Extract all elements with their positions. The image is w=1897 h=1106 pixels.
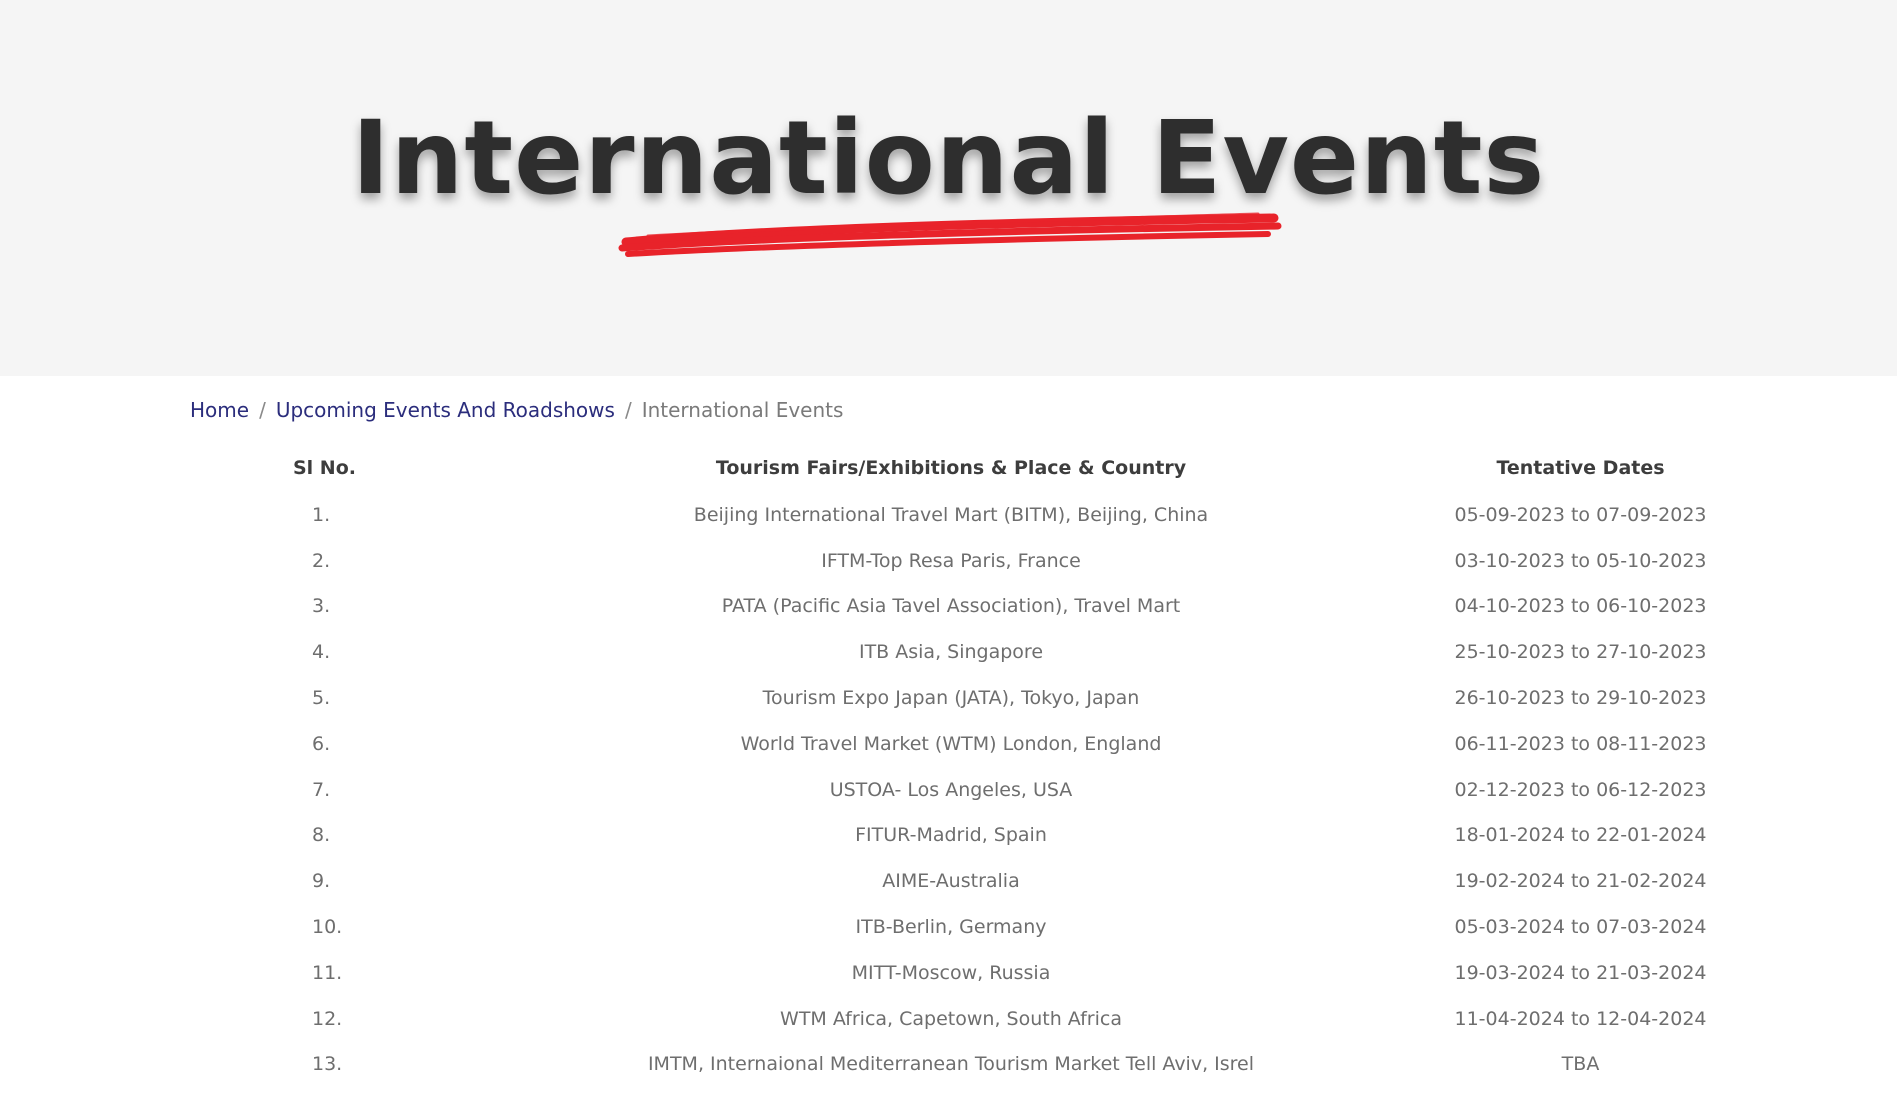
row-sl-no: 7. (312, 778, 331, 801)
table-row: 5. Tourism Expo Japan (JATA), Tokyo, Jap… (190, 675, 1708, 721)
row-dates: 26-10-2023 to 29-10-2023 (1454, 687, 1707, 710)
table-row: 12. WTM Africa, Capetown, South Africa 1… (190, 996, 1708, 1042)
row-sl-no: 13. (312, 1053, 343, 1076)
row-dates: 18-01-2024 to 22-01-2024 (1454, 824, 1707, 847)
row-sl-no: 10. (312, 916, 343, 939)
table-header-row: Sl No. Tourism Fairs/Exhibitions & Place… (190, 444, 1708, 492)
row-event-name: Tourism Expo Japan (JATA), Tokyo, Japan (762, 687, 1140, 710)
row-dates: 04-10-2023 to 06-10-2023 (1454, 595, 1707, 618)
row-sl-no: 8. (312, 824, 331, 847)
row-sl-no: 4. (312, 641, 331, 664)
table-row: 13. IMTM, Internaional Mediterranean Tou… (190, 1042, 1708, 1088)
breadcrumb: Home / Upcoming Events And Roadshows / I… (190, 396, 843, 424)
row-event-name: ITB-Berlin, Germany (855, 916, 1047, 939)
table-row: 9. AIME-Australia 19-02-2024 to 21-02-20… (190, 858, 1708, 904)
table-row: 10. ITB-Berlin, Germany 05-03-2024 to 07… (190, 904, 1708, 950)
page-hero: International Events (0, 0, 1897, 376)
row-dates: 19-03-2024 to 21-03-2024 (1454, 961, 1707, 984)
breadcrumb-separator: / (259, 398, 266, 422)
breadcrumb-home-link[interactable]: Home (190, 396, 249, 424)
row-dates: 06-11-2023 to 08-11-2023 (1454, 732, 1707, 755)
row-sl-no: 12. (312, 1007, 343, 1030)
table-row: 8. FITUR-Madrid, Spain 18-01-2024 to 22-… (190, 813, 1708, 859)
row-event-name: AIME-Australia (882, 870, 1020, 893)
page-title: International Events (351, 99, 1546, 218)
row-sl-no: 6. (312, 732, 331, 755)
row-dates: 05-03-2024 to 07-03-2024 (1454, 916, 1707, 939)
row-event-name: FITUR-Madrid, Spain (855, 824, 1047, 847)
row-dates: 19-02-2024 to 21-02-2024 (1454, 870, 1707, 893)
row-event-name: USTOA- Los Angeles, USA (829, 778, 1073, 801)
row-sl-no: 11. (312, 961, 343, 984)
table-row: 4. ITB Asia, Singapore 25-10-2023 to 27-… (190, 629, 1708, 675)
row-event-name: MITT-Moscow, Russia (851, 961, 1051, 984)
row-dates: 05-09-2023 to 07-09-2023 (1454, 503, 1707, 526)
table-row: 1. Beijing International Travel Mart (BI… (190, 492, 1708, 538)
table-row: 6. World Travel Market (WTM) London, Eng… (190, 721, 1708, 767)
row-dates: 11-04-2024 to 12-04-2024 (1454, 1007, 1707, 1030)
column-header-event: Tourism Fairs/Exhibitions & Place & Coun… (715, 457, 1187, 479)
events-table: Sl No. Tourism Fairs/Exhibitions & Place… (190, 444, 1708, 1087)
table-row: 3. PATA (Pacific Asia Tavel Association)… (190, 584, 1708, 630)
table-row: 2. IFTM-Top Resa Paris, France 03-10-202… (190, 538, 1708, 584)
row-dates: 03-10-2023 to 05-10-2023 (1454, 549, 1707, 572)
row-event-name: Beijing International Travel Mart (BITM)… (693, 503, 1209, 526)
row-sl-no: 5. (312, 687, 331, 710)
row-event-name: PATA (Pacific Asia Tavel Association), T… (721, 595, 1181, 618)
column-header-sl-no: Sl No. (293, 457, 356, 479)
breadcrumb-separator: / (624, 398, 632, 422)
row-sl-no: 3. (312, 595, 331, 618)
table-row: 11. MITT-Moscow, Russia 19-03-2024 to 21… (190, 950, 1708, 996)
row-event-name: ITB Asia, Singapore (858, 641, 1044, 664)
row-dates: TBA (1561, 1053, 1600, 1076)
brush-underline-icon (618, 212, 1282, 257)
row-event-name: IMTM, Internaional Mediterranean Tourism… (647, 1053, 1255, 1076)
table-row: 7. USTOA- Los Angeles, USA 02-12-2023 to… (190, 767, 1708, 813)
row-dates: 02-12-2023 to 06-12-2023 (1454, 778, 1707, 801)
row-sl-no: 1. (312, 503, 331, 526)
row-event-name: World Travel Market (WTM) London, Englan… (740, 732, 1162, 755)
row-event-name: IFTM-Top Resa Paris, France (821, 549, 1081, 572)
breadcrumb-upcoming-events-link[interactable]: Upcoming Events And Roadshows (276, 396, 615, 424)
row-event-name: WTM Africa, Capetown, South Africa (780, 1007, 1122, 1030)
row-sl-no: 9. (312, 870, 331, 893)
row-dates: 25-10-2023 to 27-10-2023 (1454, 641, 1707, 664)
breadcrumb-current: International Events (641, 398, 844, 422)
column-header-dates: Tentative Dates (1496, 457, 1665, 479)
row-sl-no: 2. (312, 549, 331, 572)
